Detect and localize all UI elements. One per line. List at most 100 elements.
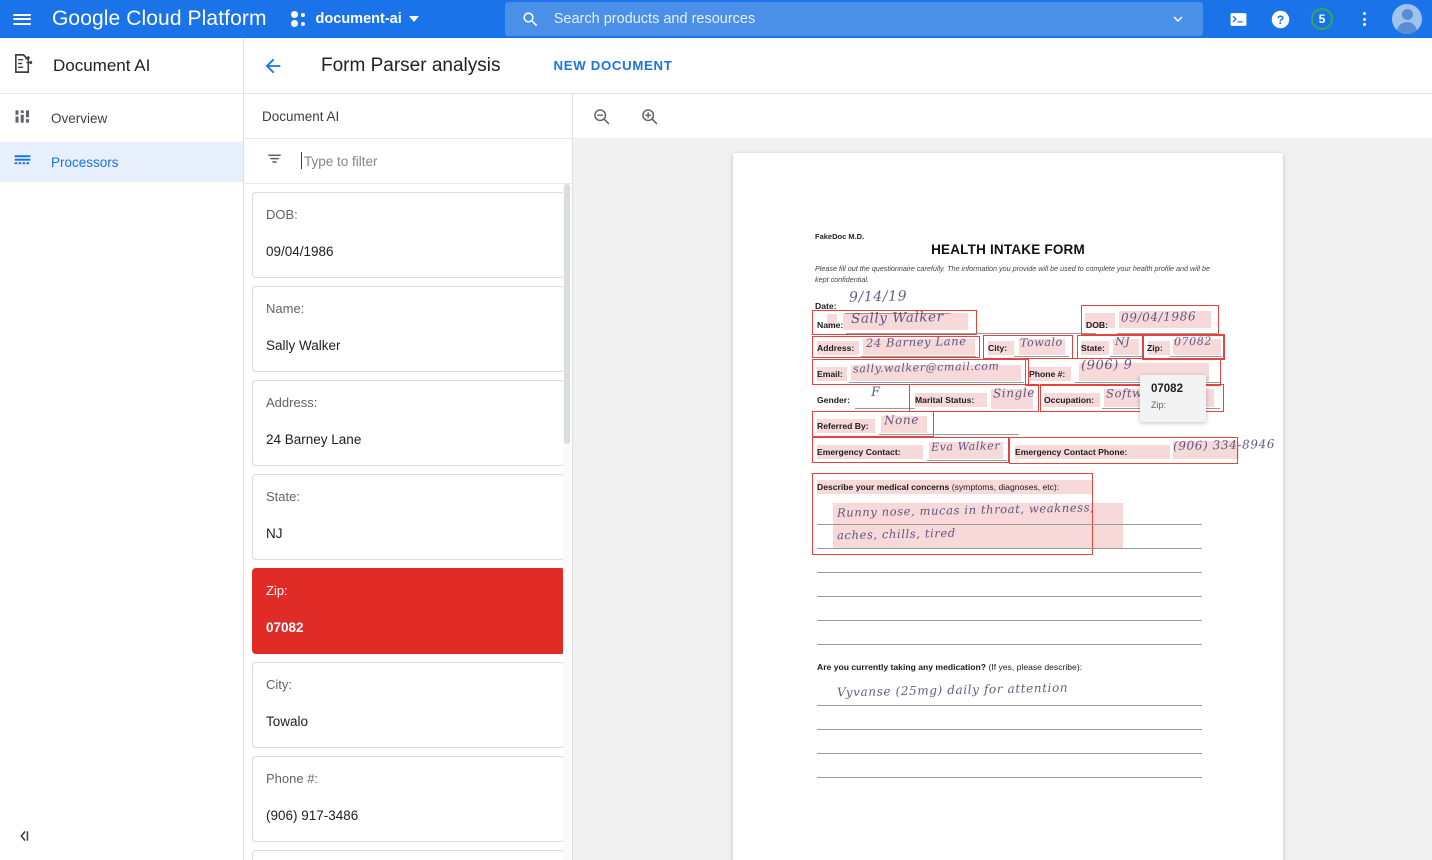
doc-value-emergency: Eva Walker [931,439,1000,453]
filter-icon [265,149,284,173]
cloud-shell-icon[interactable] [1218,0,1258,38]
zoom-out-icon[interactable] [581,96,621,136]
field-card[interactable]: DOB: 09/04/1986 [252,192,565,278]
doc-value-dob: 09/04/1986 [1121,309,1196,325]
doc-value-referred: None [884,413,919,428]
doc-label-name: Name: [817,320,843,330]
field-value: 07082 [266,620,551,635]
field-card[interactable]: Phone #: (906) 917-3486 [252,756,565,842]
search-chevron-down-icon[interactable] [1169,10,1187,28]
doc-label-dob: DOB: [1086,320,1108,330]
search-input[interactable]: Search products and resources [554,11,1169,27]
viewer-toolbar [573,94,1432,139]
field-label: State: [266,489,551,504]
doc-rule [861,356,976,357]
doc-rule [879,434,1019,435]
back-arrow-icon[interactable] [253,46,293,86]
doc-clinic-name: FakeDoc M.D. [815,232,864,241]
notifications-badge[interactable]: 5 [1302,0,1342,38]
notification-count: 5 [1311,8,1333,30]
processors-list-icon [12,150,33,174]
field-card[interactable]: Name: Sally Walker [252,286,565,372]
panel-heading: Document AI [244,94,572,139]
field-value: 09/04/1986 [266,244,551,259]
doc-rule [817,729,1202,730]
sidebar-item-processors[interactable]: Processors [0,142,243,182]
chevron-down-icon [409,16,419,22]
document-page[interactable]: FakeDoc M.D. HEALTH INTAKE FORM Please f… [733,153,1283,860]
search-icon [521,10,540,29]
tooltip-value: 07082 [1151,383,1196,395]
project-dots-icon [291,11,309,27]
doc-rule [817,644,1202,645]
doc-rule [817,548,1202,549]
new-document-button[interactable]: NEW DOCUMENT [546,50,681,81]
product-sidebar: Document AI Overview P [0,38,244,860]
field-label: Phone #: [266,771,551,786]
field-card-selected[interactable]: Zip: 07082 [252,568,565,654]
doc-value-emergency-phone: (906) 334-8946 [1173,437,1275,453]
field-cards-list[interactable]: DOB: 09/04/1986 Name: Sally Walker Addre… [244,184,573,860]
doc-label-address: Address: [817,343,854,353]
field-card[interactable]: State: NJ [252,474,565,560]
doc-rule [817,524,1202,525]
doc-rule [855,408,915,409]
doc-label-email: Email: [817,369,843,379]
more-options-icon[interactable] [1344,0,1384,38]
doc-medication-label: Are you currently taking any medication?… [817,662,1082,672]
content-title-bar: Form Parser analysis NEW DOCUMENT [244,38,1432,94]
doc-value-state: NJ [1115,335,1131,348]
document-ai-icon [12,52,35,80]
doc-concerns-label: Describe your medical concerns (symptoms… [817,482,1059,492]
header-action-group: ? 5 [1218,0,1432,38]
collapse-panel-icon[interactable] [12,824,36,848]
doc-value-phone: (906) 9 [1081,357,1133,373]
field-card[interactable]: City: Towalo [252,662,565,748]
doc-value-city: Towalo [1020,336,1063,350]
doc-rule [817,596,1202,597]
doc-value-address: 24 Barney Lane [866,334,967,350]
account-avatar[interactable] [1392,4,1422,34]
project-selector[interactable]: document-ai [291,11,419,27]
hamburger-menu-icon[interactable] [0,0,44,38]
doc-concerns-line2: aches, chills, tired [837,526,956,542]
doc-label-occupation: Occupation: [1044,395,1094,405]
global-search-bar[interactable]: Search products and resources [505,2,1203,36]
doc-rule [927,460,1007,461]
field-card[interactable]: Address: 24 Barney Lane [252,380,565,466]
help-icon[interactable]: ? [1260,0,1300,38]
sidebar-item-label: Overview [51,111,107,126]
field-label: Zip: [266,583,551,598]
sidebar-product-header: Document AI [0,38,243,94]
page-title: Form Parser analysis [321,55,501,77]
field-card[interactable] [252,850,565,860]
field-value: Towalo [266,714,551,729]
document-viewer[interactable]: FakeDoc M.D. HEALTH INTAKE FORM Please f… [573,139,1432,860]
field-label: Name: [266,301,551,316]
doc-value-name: Sally Walker [851,309,944,327]
doc-label-marital: Marital Status: [915,395,974,405]
doc-value-date: 9/14/19 [849,288,907,305]
field-value: 24 Barney Lane [266,432,551,447]
field-panel-scrollbar[interactable] [563,184,571,860]
field-label: City: [266,677,551,692]
project-name: document-ai [316,11,402,27]
doc-label-emergency: Emergency Contact: [817,447,901,457]
svg-text:?: ? [1276,12,1283,26]
field-label: DOB: [266,207,551,222]
doc-rule [817,705,1202,706]
doc-rule [1014,356,1069,357]
field-value: NJ [266,526,551,541]
doc-rule [849,382,1024,383]
doc-label-gender: Gender: [817,395,850,405]
field-value: (906) 917-3486 [266,808,551,823]
filter-input[interactable]: Type to filter [304,154,378,169]
doc-label-emergency-phone: Emergency Contact Phone: [1015,447,1127,457]
doc-medication-value: Vyvanse (25mg) daily for attention [837,681,1068,700]
sidebar-item-overview[interactable]: Overview [0,98,243,138]
zoom-in-icon[interactable] [629,96,669,136]
doc-label-city: City: [988,343,1007,353]
doc-value-marital: Single [993,386,1035,401]
gcp-brand-title: Google Cloud Platform [52,7,267,31]
filter-row[interactable]: Type to filter [244,139,572,184]
